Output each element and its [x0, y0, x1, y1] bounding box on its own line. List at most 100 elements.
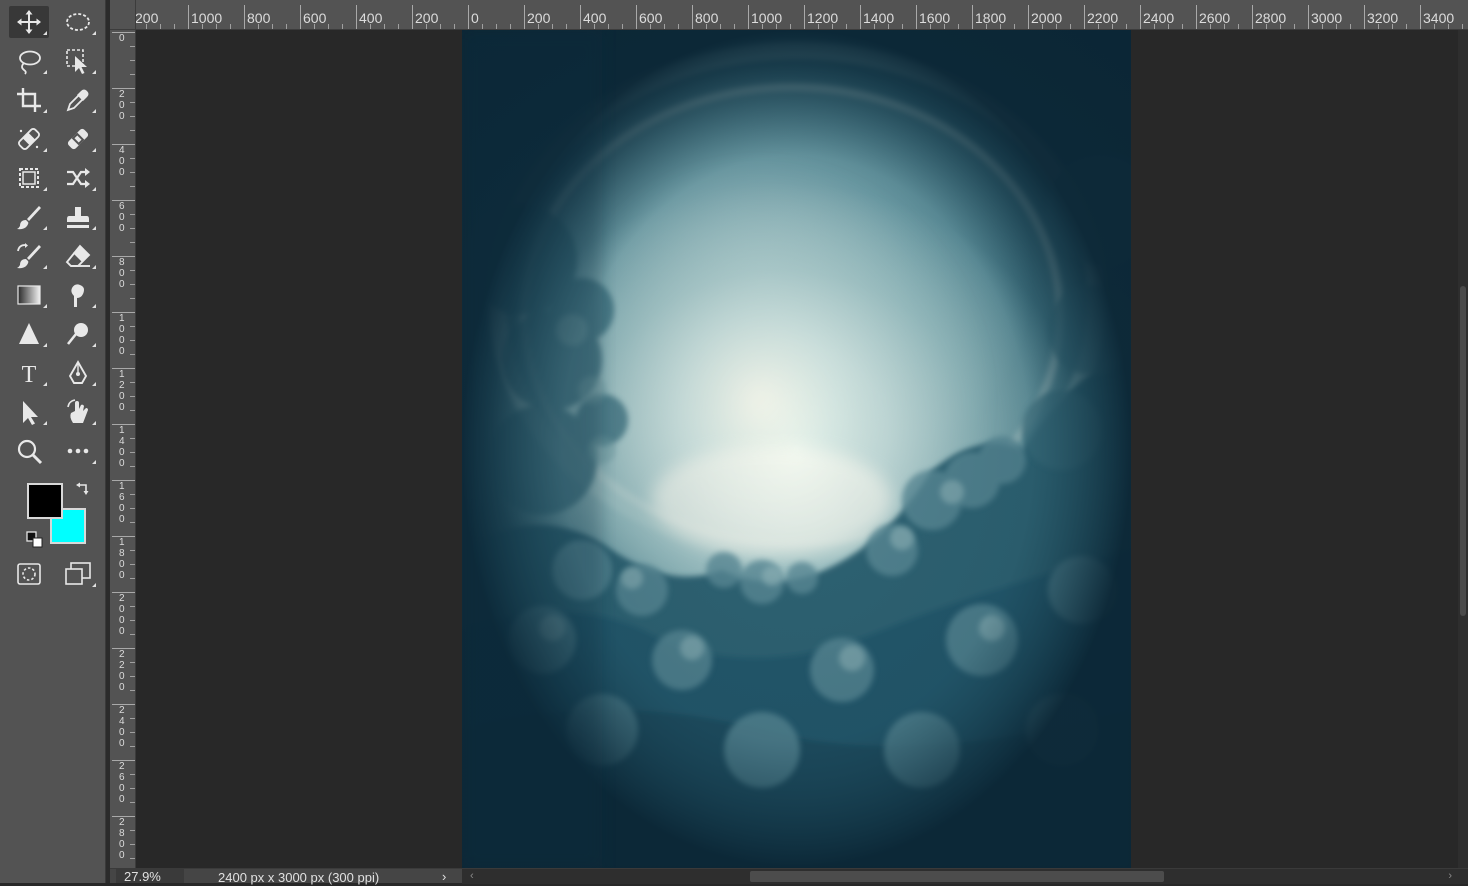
horizontal-scroll-thumb[interactable]	[750, 871, 1164, 882]
status-menu-arrow[interactable]: ›	[442, 868, 446, 886]
ruler-label: 2800	[1255, 10, 1287, 26]
crop-tool[interactable]	[9, 84, 49, 116]
quick-mask-icon	[17, 563, 41, 585]
status-bar: 27.9% 2400 px x 3000 px (300 ppi) › ‹ ›	[110, 868, 1468, 886]
ruler-major-tick	[1308, 5, 1309, 29]
lasso-tool[interactable]	[9, 45, 49, 77]
ruler-label: 2 2 0 0	[119, 649, 125, 693]
scroll-right-arrow[interactable]: ›	[1448, 869, 1452, 884]
canvas-area[interactable]	[136, 30, 1458, 868]
pen-tool[interactable]	[58, 357, 98, 389]
foreground-color-swatch[interactable]	[27, 483, 63, 519]
dodge-tool[interactable]	[58, 318, 98, 350]
brush-tool[interactable]	[9, 201, 49, 233]
ruler-label: 1000	[751, 10, 783, 26]
tools-panel: T	[0, 0, 106, 883]
vertical-scroll-thumb[interactable]	[1460, 286, 1466, 616]
tool-group-indicator	[92, 31, 96, 35]
shuffle-tool[interactable]	[58, 162, 98, 194]
document-image[interactable]	[462, 30, 1131, 868]
ruler-major-tick	[1252, 5, 1253, 29]
ruler-origin[interactable]	[110, 0, 136, 30]
move-icon	[17, 10, 41, 34]
ruler-major-tick	[1084, 5, 1085, 29]
clone-stamp-tool[interactable]	[58, 201, 98, 233]
ruler-major-tick	[188, 5, 189, 29]
healing-brush-icon	[67, 128, 89, 150]
swap-colors-icon[interactable]	[74, 481, 92, 499]
tool-group-indicator	[92, 226, 96, 230]
shuffle-icon	[67, 168, 90, 188]
scroll-left-arrow[interactable]: ‹	[470, 869, 474, 884]
tool-group-indicator	[92, 148, 96, 152]
ruler-label: 2000	[1031, 10, 1063, 26]
history-brush-icon	[17, 243, 41, 269]
ruler-major-tick	[804, 5, 805, 29]
ruler-major-tick	[300, 5, 301, 29]
stamp-icon	[67, 207, 89, 228]
move-tool[interactable]	[9, 6, 49, 38]
tool-group-indicator	[43, 421, 47, 425]
zoom-icon	[17, 439, 43, 465]
ruler-label: 1600	[919, 10, 951, 26]
type-tool[interactable]: T	[9, 357, 49, 389]
ruler-label: 3000	[1311, 10, 1343, 26]
tool-group-indicator	[92, 304, 96, 308]
pen-icon	[68, 360, 88, 384]
tool-group-indicator	[92, 187, 96, 191]
ruler-label: 8 0 0	[119, 257, 125, 290]
healing-brush-tool[interactable]	[58, 123, 98, 155]
eyedropper-icon	[66, 89, 89, 112]
ruler-label: 1400	[863, 10, 895, 26]
tool-group-indicator	[92, 109, 96, 113]
path-selection-tool[interactable]	[9, 396, 49, 428]
eyedropper-tool[interactable]	[58, 84, 98, 116]
eraser-tool[interactable]	[58, 240, 98, 272]
tool-group-indicator	[43, 226, 47, 230]
crop-icon	[17, 88, 41, 112]
svg-text:T: T	[22, 362, 37, 388]
elliptical-marquee-tool[interactable]	[58, 6, 98, 38]
gradient-tool[interactable]	[9, 279, 49, 311]
ruler-label: 4 0 0	[119, 145, 125, 178]
smudge-tool[interactable]	[58, 279, 98, 311]
tool-group-indicator	[43, 304, 47, 308]
object-selection-icon	[66, 49, 87, 74]
history-brush-tool[interactable]	[9, 240, 49, 272]
ruler-label: 1 6 0 0	[119, 481, 125, 525]
horizontal-ruler[interactable]: 200 1000 800 600 400 200 0 200 400 600 800 1000 1200…	[110, 0, 1468, 30]
ruler-label: 1 8 0 0	[119, 537, 125, 581]
sharpen-tool[interactable]	[9, 318, 49, 350]
zoom-tool[interactable]	[9, 435, 49, 467]
ruler-label: 1200	[807, 10, 839, 26]
ruler-label: 0	[471, 10, 479, 26]
spot-healing-brush-tool[interactable]	[9, 123, 49, 155]
tool-group-indicator	[92, 460, 96, 464]
more-tools[interactable]	[58, 435, 98, 467]
tool-group-indicator	[43, 148, 47, 152]
tool-group-indicator	[43, 109, 47, 113]
ruler-major-tick	[748, 5, 749, 29]
dodge-icon	[66, 323, 88, 345]
object-selection-tool[interactable]	[58, 45, 98, 77]
default-colors-icon[interactable]	[26, 531, 44, 549]
vertical-scrollbar[interactable]	[1458, 30, 1468, 868]
gradient-icon	[17, 285, 41, 305]
document-info: 2400 px x 3000 px (300 ppi)	[218, 870, 380, 885]
rotate-view-tool[interactable]	[58, 396, 98, 428]
horizontal-scrollbar[interactable]: ‹ ›	[462, 869, 1468, 884]
ruler-major-tick	[1140, 5, 1141, 29]
vertical-ruler[interactable]: 0 2 0 0 4 0 0 6 0 0 8 0 0 1 0 0 0 1 2 0 0 1 4 0…	[110, 30, 136, 870]
tool-group-indicator	[43, 265, 47, 269]
screen-mode[interactable]	[58, 558, 98, 590]
ruler-label: 6 0 0	[119, 201, 125, 234]
sharpen-icon	[19, 323, 39, 344]
ruler-major-tick	[636, 5, 637, 29]
ruler-label: 1800	[975, 10, 1007, 26]
ruler-major-tick	[1420, 5, 1421, 29]
type-icon: T	[22, 362, 37, 388]
zoom-level-field[interactable]: 27.9%	[116, 868, 184, 884]
tool-group-indicator	[92, 343, 96, 347]
content-aware-move-tool[interactable]	[9, 162, 49, 194]
quick-mask-mode[interactable]	[9, 558, 49, 590]
